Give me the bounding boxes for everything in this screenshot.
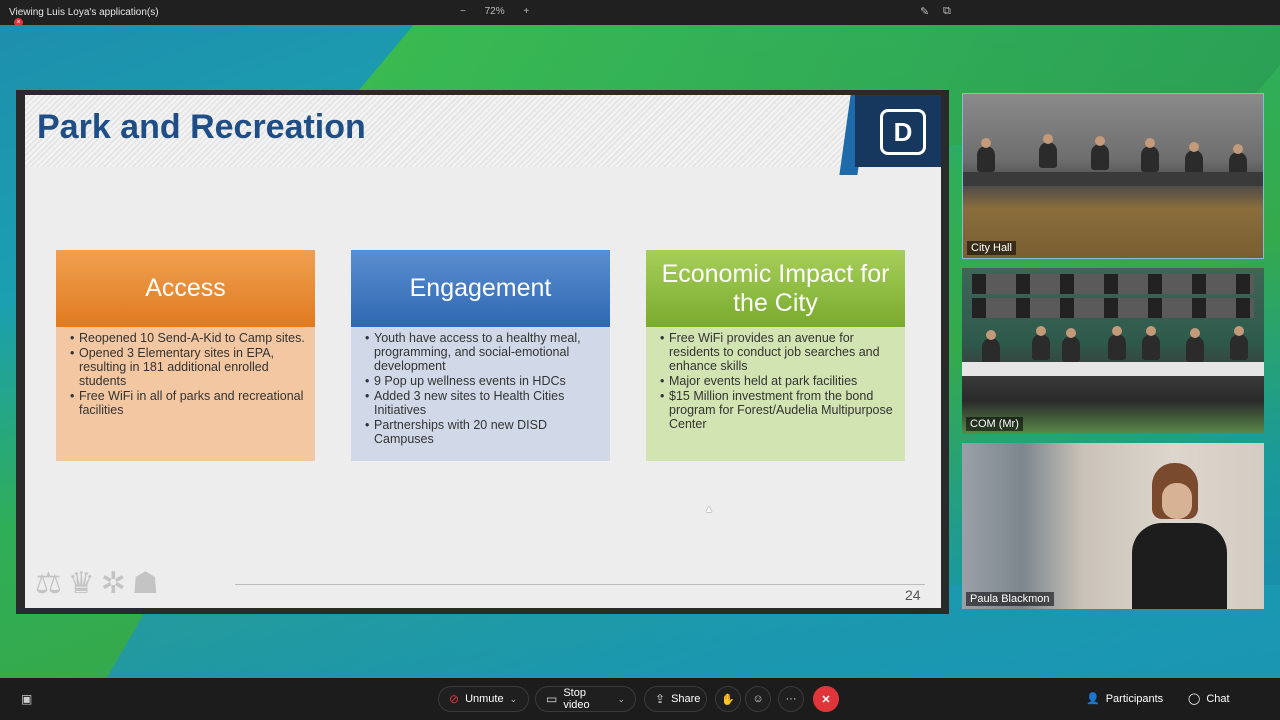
presentation-slide: Park and Recreation D Access Reopened 10…: [25, 95, 941, 608]
zoom-level: 72%: [484, 6, 505, 17]
city-logo-mark: D: [880, 109, 926, 155]
box-body: Reopened 10 Send-A-Kid to Camp sites. Op…: [56, 327, 315, 461]
video-tile-com[interactable]: COM (Mr): [962, 268, 1264, 434]
zoom-in-button[interactable]: +: [523, 6, 529, 17]
zoom-out-button[interactable]: −: [460, 6, 466, 17]
access-box: Access Reopened 10 Send-A-Kid to Camp si…: [56, 250, 315, 461]
person: [982, 330, 1000, 364]
stop-video-button[interactable]: ▭ Stop video ⌄: [535, 686, 636, 712]
list-item: Free WiFi provides an avenue for residen…: [660, 331, 899, 373]
chat-icon: ◯: [1188, 693, 1201, 705]
slide-title: Park and Recreation: [37, 108, 366, 146]
box-heading: Engagement: [351, 250, 610, 327]
popout-icon[interactable]: ⧉: [943, 5, 951, 18]
person: [1186, 328, 1204, 362]
participant-name: COM (Mr): [966, 417, 1023, 431]
box-body: Free WiFi provides an avenue for residen…: [646, 327, 905, 461]
participant-name: Paula Blackmon: [966, 592, 1054, 606]
list-item: Free WiFi in all of parks and recreation…: [70, 389, 309, 417]
participants-label: Participants: [1105, 692, 1164, 705]
hand-icon: ✋: [721, 693, 735, 706]
chevron-down-icon[interactable]: ⌄: [510, 694, 518, 705]
box-body: Youth have access to a healthy meal, pro…: [351, 327, 610, 461]
share-icon: ⇪: [655, 692, 666, 706]
list-item: Youth have access to a healthy meal, pro…: [365, 331, 604, 373]
video-tile-city-hall[interactable]: City Hall: [962, 93, 1264, 259]
person: [1141, 138, 1159, 172]
stop-video-label: Stop video: [563, 687, 590, 711]
person: [1091, 136, 1109, 170]
end-call-button[interactable]: ✕: [813, 686, 839, 712]
chevron-down-icon[interactable]: ⌄: [617, 694, 625, 705]
box-heading: Access: [56, 250, 315, 327]
person: [1062, 328, 1080, 362]
annotate-icon[interactable]: ✎: [920, 5, 929, 18]
economic-impact-box: Economic Impact for the City Free WiFi p…: [646, 250, 905, 461]
mic-off-icon: ⊘: [449, 692, 460, 706]
slide-page-number: 24: [905, 587, 921, 603]
participant-name: City Hall: [967, 241, 1016, 255]
list-item: $15 Million investment from the bond pro…: [660, 389, 899, 431]
list-item: 9 Pop up wellness events in HDCs: [365, 374, 604, 388]
person: [1142, 326, 1160, 360]
box-heading: Economic Impact for the City: [646, 250, 905, 327]
chat-button[interactable]: ◯ Chat: [1188, 692, 1230, 706]
window-title: Viewing Luis Loya's application(s): [9, 7, 159, 18]
layout-icon[interactable]: ▣: [21, 692, 32, 706]
participants-button[interactable]: 👤 Participants: [1086, 692, 1164, 706]
footer-divider: [235, 584, 925, 585]
zoom-control: − 72% +: [452, 6, 537, 17]
seat-row: [972, 274, 1254, 294]
unmute-label: Unmute: [465, 693, 504, 705]
person: [1032, 326, 1050, 360]
seat-row: [972, 298, 1254, 318]
list-item: Major events held at park facilities: [660, 374, 899, 388]
meeting-toolbar: ▣ ⊘ Unmute ⌄ ▭ Stop video ⌄ ⇪ Share ✋ ☺ …: [0, 678, 1280, 720]
more-icon: ···: [785, 693, 797, 705]
raise-hand-button[interactable]: ✋: [715, 686, 741, 712]
share-label: Share: [671, 693, 701, 705]
list-item: Added 3 new sites to Health Cities Initi…: [365, 389, 604, 417]
share-button[interactable]: ⇪ Share: [644, 686, 707, 712]
reactions-button[interactable]: ☺: [745, 686, 771, 712]
participant-figure: [1132, 463, 1227, 609]
person: [1039, 134, 1057, 168]
chat-label: Chat: [1206, 692, 1230, 705]
reactions-icon: ☺: [752, 693, 764, 705]
participants-icon: 👤: [1086, 693, 1100, 705]
video-icon: ▭: [546, 692, 558, 706]
list-item: Opened 3 Elementary sites in EPA, result…: [70, 346, 309, 388]
mouse-cursor-icon: ▲: [704, 504, 714, 515]
desk: [962, 362, 1264, 376]
person: [1230, 326, 1248, 360]
unmute-button[interactable]: ⊘ Unmute ⌄: [438, 686, 529, 712]
end-call-icon: ✕: [821, 693, 831, 706]
person: [1108, 326, 1126, 360]
window-top-bar: Viewing Luis Loya's application(s) × − 7…: [0, 0, 1280, 27]
footer-icons: ⚖♛✲☗: [35, 567, 165, 600]
engagement-box: Engagement Youth have access to a health…: [351, 250, 610, 461]
more-button[interactable]: ···: [778, 686, 804, 712]
dais: [963, 172, 1263, 186]
person: [977, 138, 995, 172]
video-tile-paula-blackmon[interactable]: Paula Blackmon: [962, 443, 1264, 609]
list-item: Partnerships with 20 new DISD Campuses: [365, 418, 604, 446]
list-item: Reopened 10 Send-A-Kid to Camp sites.: [70, 331, 309, 345]
